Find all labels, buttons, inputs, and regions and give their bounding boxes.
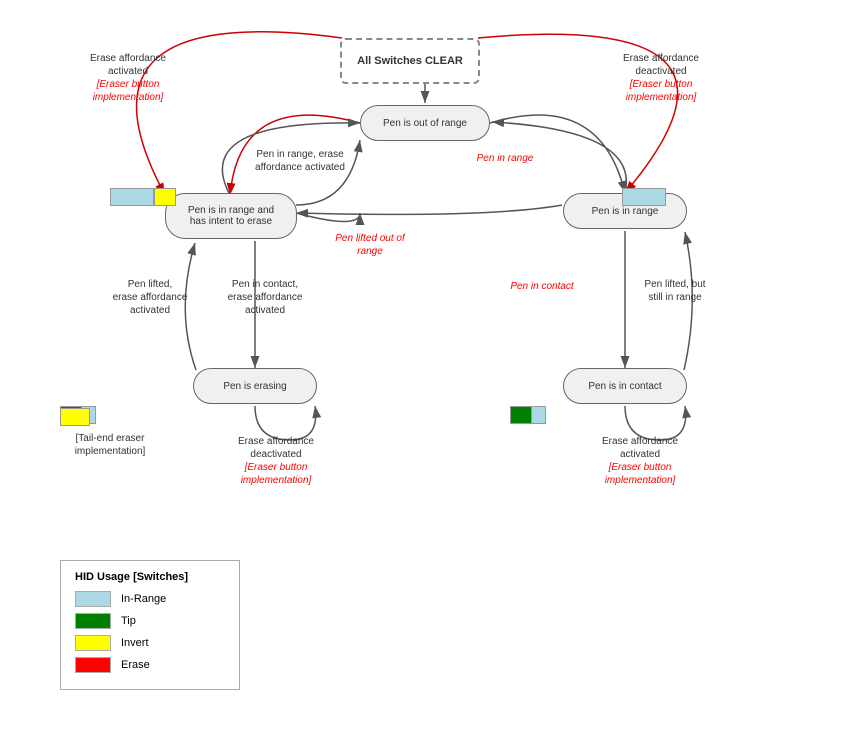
legend-item-erase: Erase	[75, 657, 225, 673]
legend-label-tip: Tip	[121, 615, 136, 627]
legend-color-in-range	[75, 591, 111, 607]
legend-item-invert: Invert	[75, 635, 225, 651]
node-pen-out-of-range: Pen is out of range	[360, 105, 490, 141]
color-bar-in-range-left	[110, 188, 154, 206]
color-bar-invert-erasing	[60, 408, 90, 426]
label-tail-end-eraser: [Tail-end eraserimplementation]	[55, 432, 165, 458]
label-erase-affordance-activated-right: Erase affordanceactivated[Eraser buttoni…	[575, 435, 705, 487]
label-pen-lifted-still-in-range: Pen lifted, butstill in range	[620, 278, 730, 304]
label-pen-in-contact-erase: Pen in contact,erase affordanceactivated	[210, 278, 320, 317]
label-erase-activated-left: Erase affordanceactivated[Eraser buttoni…	[68, 52, 188, 104]
color-bar-in-range-right	[622, 188, 666, 206]
legend-label-erase: Erase	[121, 659, 150, 671]
label-pen-lifted-out-of-range: Pen lifted out ofrange	[315, 232, 425, 258]
legend-color-erase	[75, 657, 111, 673]
legend-box: HID Usage [Switches] In-Range Tip Invert…	[60, 560, 240, 690]
legend-color-tip	[75, 613, 111, 629]
label-erase-affordance-deactivated: Erase affordancedeactivated[Eraser butto…	[216, 435, 336, 487]
node-all-switches-clear: All Switches CLEAR	[340, 38, 480, 84]
node-pen-is-erasing: Pen is erasing	[193, 368, 317, 404]
node-pen-in-range-erase: Pen is in range and has intent to erase	[165, 193, 297, 239]
label-pen-in-range-erase-activated: Pen in range, eraseaffordance activated	[230, 148, 370, 174]
legend-item-tip: Tip	[75, 613, 225, 629]
legend-color-invert	[75, 635, 111, 651]
label-pen-in-range-right: Pen in range	[455, 152, 555, 165]
legend-item-in-range: In-Range	[75, 591, 225, 607]
color-bar-invert-left	[154, 188, 176, 206]
legend-label-invert: Invert	[121, 637, 149, 649]
label-pen-in-contact-right: Pen in contact	[492, 280, 592, 293]
legend-title: HID Usage [Switches]	[75, 571, 225, 583]
label-erase-deactivated-right: Erase affordancedeactivated[Eraser butto…	[596, 52, 726, 104]
node-pen-in-contact: Pen is in contact	[563, 368, 687, 404]
label-pen-lifted-erase: Pen lifted,erase affordanceactivated	[95, 278, 205, 317]
color-bar-tip-contact	[510, 406, 532, 424]
diagram-container: All Switches CLEAR Pen is out of range P…	[0, 0, 864, 755]
legend-label-in-range: In-Range	[121, 593, 166, 605]
